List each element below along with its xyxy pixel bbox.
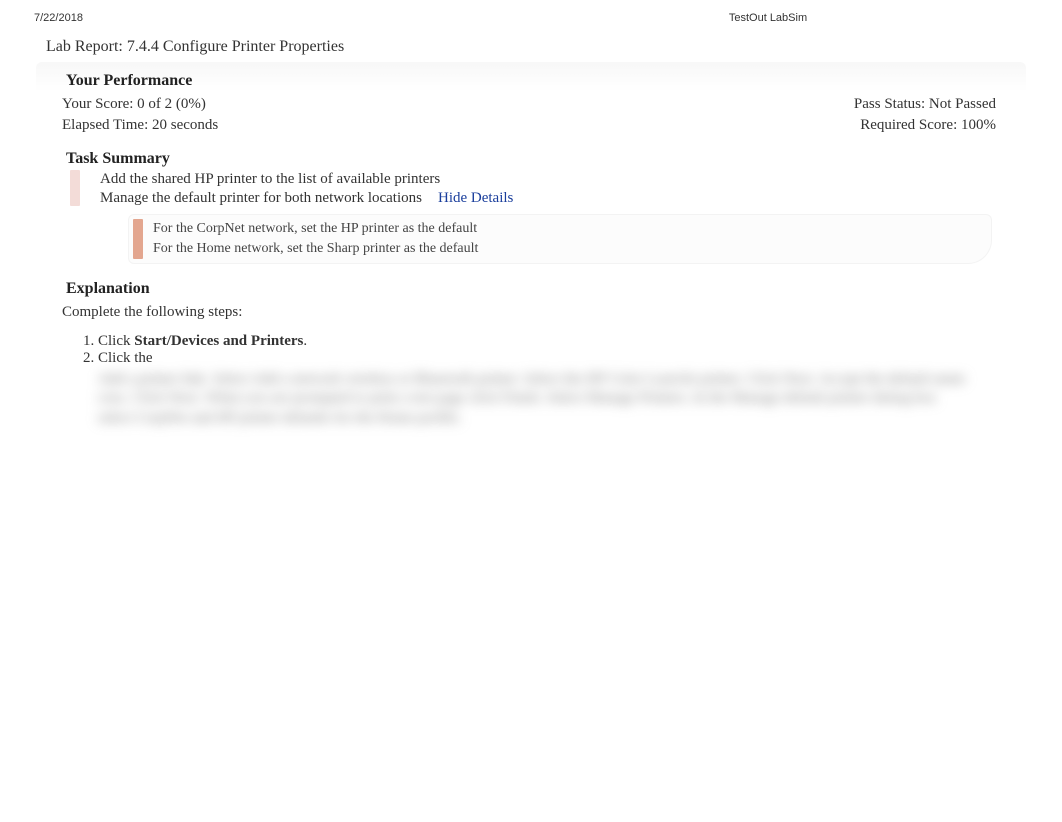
explanation-steps: Click Start/Devices and Printers. Click … bbox=[98, 333, 1026, 368]
step-text: Click the bbox=[98, 350, 153, 366]
required-score: Required Score: 100% bbox=[860, 117, 996, 134]
pass-status: Pass Status: Not Passed bbox=[854, 96, 996, 113]
elapsed-time: Elapsed Time: 20 seconds bbox=[62, 117, 218, 134]
score-value: Your Score: 0 of 2 (0%) bbox=[62, 96, 206, 113]
step-text: . bbox=[303, 333, 307, 349]
task-summary-section: Task Summary Add the shared HP printer t… bbox=[36, 140, 1026, 264]
explanation-step: Click Start/Devices and Printers. bbox=[98, 333, 1026, 350]
blurred-content: Add a printer link. Select Add a network… bbox=[98, 370, 968, 429]
page-date: 7/22/2018 bbox=[34, 12, 83, 24]
detail-text: For the CorpNet network, set the HP prin… bbox=[153, 219, 478, 239]
detail-text: For the Home network, set the Sharp prin… bbox=[153, 239, 478, 259]
task-status-icon bbox=[70, 170, 80, 206]
performance-heading: Your Performance bbox=[36, 66, 1026, 94]
performance-section: Your Performance Your Score: 0 of 2 (0%)… bbox=[36, 62, 1026, 136]
task-summary-heading: Task Summary bbox=[36, 140, 1026, 170]
explanation-section: Explanation Complete the following steps… bbox=[36, 270, 1026, 428]
lab-report-title: Lab Report: 7.4.4 Configure Printer Prop… bbox=[0, 28, 1062, 62]
explanation-step: Click the bbox=[98, 350, 1026, 367]
task-item-text: Manage the default printer for both netw… bbox=[100, 190, 422, 207]
product-name: TestOut LabSim bbox=[504, 12, 1032, 24]
task-details-box: For the CorpNet network, set the HP prin… bbox=[128, 214, 992, 264]
step-bold: Start/Devices and Printers bbox=[134, 333, 303, 349]
hide-details-link[interactable]: Hide Details bbox=[438, 190, 513, 207]
explanation-intro: Complete the following steps: bbox=[36, 302, 1026, 323]
step-text: Click bbox=[98, 333, 134, 349]
task-item-text: Add the shared HP printer to the list of… bbox=[100, 171, 440, 188]
explanation-heading: Explanation bbox=[36, 270, 1026, 302]
detail-status-icon bbox=[133, 219, 143, 259]
